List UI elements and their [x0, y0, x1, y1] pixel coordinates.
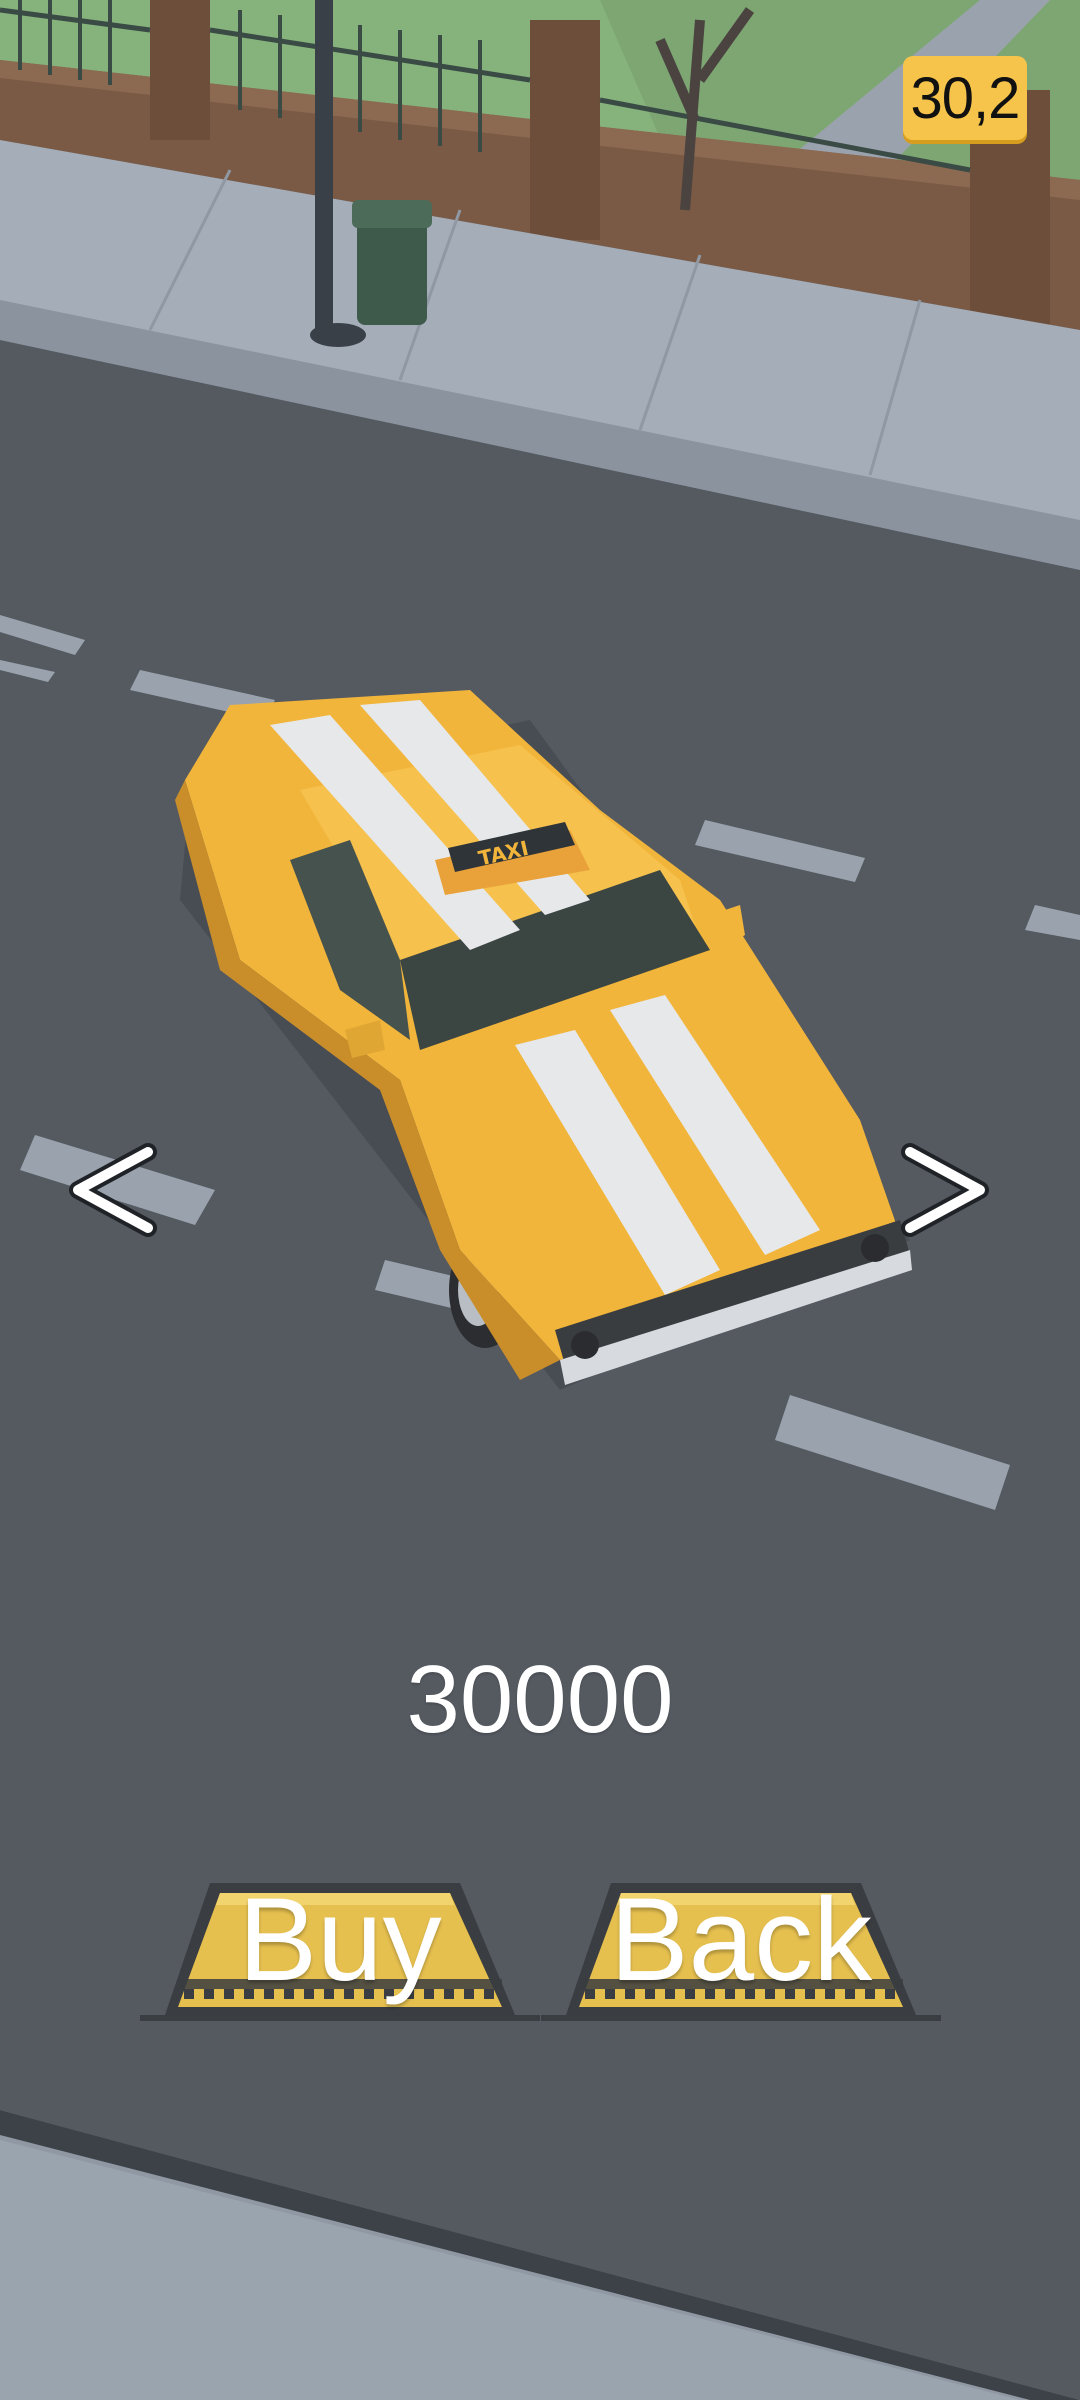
car-price: 30000: [290, 1640, 790, 1760]
chevron-left-icon: [69, 1143, 157, 1237]
back-button[interactable]: Back: [541, 1874, 941, 2025]
buy-button[interactable]: Buy: [140, 1874, 540, 2025]
previous-car-button[interactable]: [60, 1140, 180, 1260]
coin-counter: 30,2: [903, 56, 1027, 140]
buy-button-label: Buy: [238, 1874, 442, 2006]
coin-counter-value: 30,2: [910, 65, 1021, 131]
game-scene: TAXI 30,2 30000 Buy Back: [0, 0, 1080, 2400]
next-car-button[interactable]: [898, 1140, 1018, 1260]
chevron-right-icon: [901, 1143, 989, 1237]
car-price-value: 30000: [406, 1646, 674, 1753]
back-button-label: Back: [609, 1874, 873, 2006]
